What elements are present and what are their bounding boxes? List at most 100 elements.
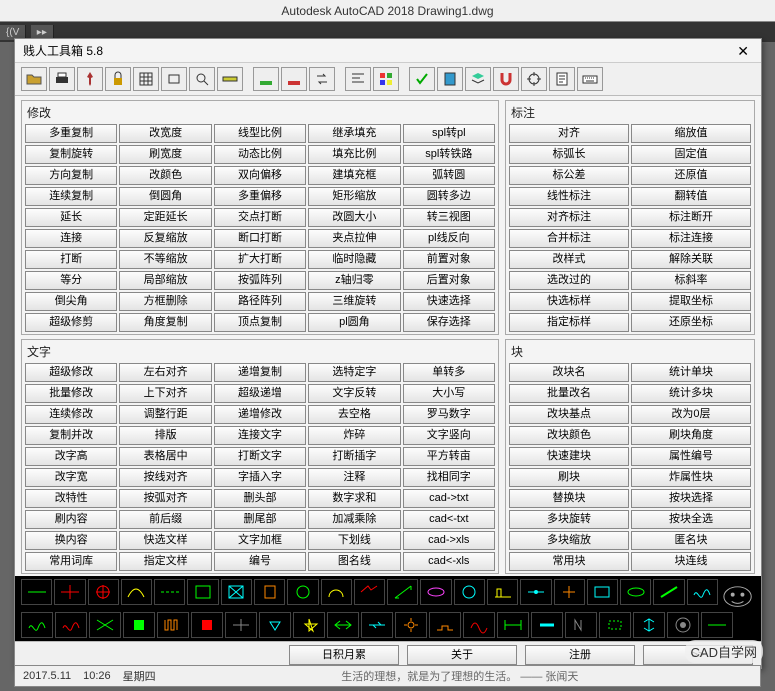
palette-icon[interactable] <box>287 579 318 605</box>
palette-icon[interactable] <box>395 612 427 638</box>
cmd-button[interactable]: 快选文样 <box>119 531 211 550</box>
cmd-button[interactable]: 炸属性块 <box>631 468 751 487</box>
cmd-button[interactable]: 倒圆角 <box>119 187 211 206</box>
palette-icon[interactable] <box>667 612 699 638</box>
cmd-button[interactable]: 打断 <box>25 250 117 269</box>
cmd-button[interactable]: 改圆大小 <box>308 208 400 227</box>
cmd-button[interactable]: 注释 <box>308 468 400 487</box>
cmd-button[interactable]: spl转铁路 <box>403 145 495 164</box>
palette-icon[interactable] <box>187 579 218 605</box>
cmd-button[interactable]: 刷块角度 <box>631 426 751 445</box>
cmd-button[interactable]: 双向偏移 <box>214 166 306 185</box>
cmd-button[interactable]: z轴归零 <box>308 271 400 290</box>
palette-icon[interactable] <box>420 579 451 605</box>
cmd-button[interactable]: 合并标注 <box>509 229 629 248</box>
palette-icon[interactable] <box>463 612 495 638</box>
palette-icon[interactable] <box>554 579 585 605</box>
cmd-button[interactable]: 还原坐标 <box>631 313 751 332</box>
cmd-button[interactable]: cad<-xls <box>403 552 495 571</box>
bottom-button[interactable]: 日积月累 <box>289 645 399 665</box>
palette-icon[interactable] <box>327 612 359 638</box>
cmd-button[interactable]: 方框删除 <box>119 292 211 311</box>
cmd-button[interactable]: 角度复制 <box>119 313 211 332</box>
cmd-button[interactable]: 匿名块 <box>631 531 751 550</box>
cmd-button[interactable]: 标斜率 <box>631 271 751 290</box>
cmd-button[interactable]: 按块选择 <box>631 489 751 508</box>
cmd-button[interactable]: 圆转多边 <box>403 187 495 206</box>
cmd-button[interactable]: cad->xls <box>403 531 495 550</box>
cmd-button[interactable]: 指定文样 <box>119 552 211 571</box>
cmd-button[interactable]: 排版 <box>119 426 211 445</box>
cmd-button[interactable]: 连续复制 <box>25 187 117 206</box>
cmd-button[interactable]: 编号 <box>214 552 306 571</box>
cmd-button[interactable]: 批量改名 <box>509 384 629 403</box>
cmd-button[interactable]: 连接文字 <box>214 426 306 445</box>
palette-icon[interactable] <box>321 579 352 605</box>
cmd-button[interactable]: 倒尖角 <box>25 292 117 311</box>
cmd-button[interactable]: 超级修改 <box>25 363 117 382</box>
cmd-button[interactable]: 删头部 <box>214 489 306 508</box>
palette-icon[interactable] <box>633 612 665 638</box>
cmd-button[interactable]: 刷宽度 <box>119 145 211 164</box>
cmd-button[interactable]: 左右对齐 <box>119 363 211 382</box>
cmd-button[interactable]: 快选标样 <box>509 292 629 311</box>
palette-icon[interactable] <box>620 579 651 605</box>
palette-icon[interactable] <box>487 579 518 605</box>
cmd-button[interactable]: 对齐 <box>509 124 629 143</box>
cmd-button[interactable]: 改宽度 <box>119 124 211 143</box>
cmd-button[interactable]: 连续修改 <box>25 405 117 424</box>
cmd-button[interactable]: 改字高 <box>25 447 117 466</box>
cmd-button[interactable]: 路径阵列 <box>214 292 306 311</box>
cmd-button[interactable]: 弧转圆 <box>403 166 495 185</box>
palette-icon[interactable] <box>531 612 563 638</box>
bottom-button[interactable]: 关于 <box>407 645 517 665</box>
cmd-button[interactable]: 断口打断 <box>214 229 306 248</box>
cmd-button[interactable]: 填充比例 <box>308 145 400 164</box>
cmd-button[interactable]: 前置对象 <box>403 250 495 269</box>
magnet-icon[interactable] <box>493 67 519 91</box>
cmd-button[interactable]: 按弧阵列 <box>214 271 306 290</box>
cmd-button[interactable]: 标注断开 <box>631 208 751 227</box>
cmd-button[interactable]: spl转pl <box>403 124 495 143</box>
cmd-button[interactable]: 转三视图 <box>403 208 495 227</box>
palette-icon[interactable] <box>88 579 119 605</box>
palette-icon[interactable] <box>157 612 189 638</box>
cmd-button[interactable]: 夹点拉伸 <box>308 229 400 248</box>
cmd-button[interactable]: 打断文字 <box>214 447 306 466</box>
cmd-button[interactable]: 删尾部 <box>214 510 306 529</box>
cmd-button[interactable]: pl圆角 <box>308 313 400 332</box>
cmd-button[interactable]: 保存选择 <box>403 313 495 332</box>
cmd-button[interactable]: 前后缀 <box>119 510 211 529</box>
keyboard-icon[interactable] <box>577 67 603 91</box>
palette-icon[interactable] <box>55 612 87 638</box>
cmd-button[interactable]: 文字加框 <box>214 531 306 550</box>
palette-icon[interactable] <box>520 579 551 605</box>
cmd-button[interactable]: 下划线 <box>308 531 400 550</box>
cmd-button[interactable]: 方向复制 <box>25 166 117 185</box>
cmd-button[interactable]: 单转多 <box>403 363 495 382</box>
cmd-button[interactable]: 表格居中 <box>119 447 211 466</box>
palette-icon[interactable] <box>565 612 597 638</box>
cmd-button[interactable]: pl线反向 <box>403 229 495 248</box>
cmd-button[interactable]: 上下对齐 <box>119 384 211 403</box>
ruler-icon[interactable] <box>217 67 243 91</box>
cmd-button[interactable]: 反复缩放 <box>119 229 211 248</box>
cmd-button[interactable]: 等分 <box>25 271 117 290</box>
cmd-button[interactable]: 复制旋转 <box>25 145 117 164</box>
cmd-button[interactable]: cad<-txt <box>403 510 495 529</box>
cmd-button[interactable]: 翻转值 <box>631 187 751 206</box>
cmd-button[interactable]: 打断插字 <box>308 447 400 466</box>
palette-icon[interactable] <box>21 579 52 605</box>
cmd-button[interactable]: 指定标样 <box>509 313 629 332</box>
palette-icon[interactable] <box>497 612 529 638</box>
palette-icon[interactable] <box>687 579 718 605</box>
palette-icon[interactable] <box>254 579 285 605</box>
cmd-button[interactable]: 数字求和 <box>308 489 400 508</box>
cmd-button[interactable]: 交点打断 <box>214 208 306 227</box>
cmd-button[interactable]: 统计单块 <box>631 363 751 382</box>
cmd-button[interactable]: 去空格 <box>308 405 400 424</box>
book-icon[interactable] <box>437 67 463 91</box>
palette-icon[interactable] <box>225 612 257 638</box>
cmd-button[interactable]: 标注连接 <box>631 229 751 248</box>
cmd-button[interactable]: 调整行距 <box>119 405 211 424</box>
